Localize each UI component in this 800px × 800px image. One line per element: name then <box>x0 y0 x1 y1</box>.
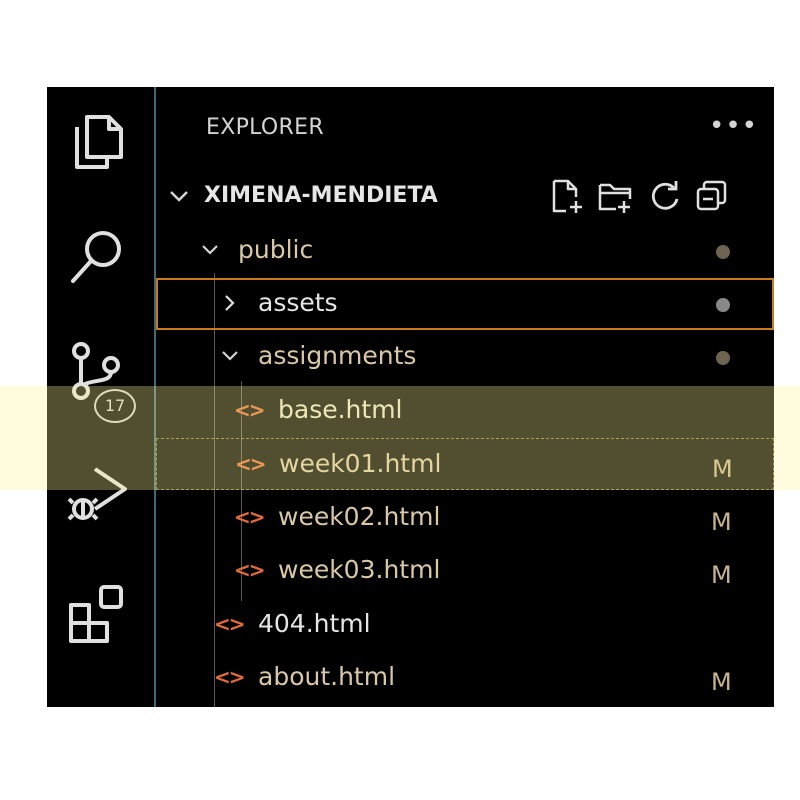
files-icon[interactable] <box>65 109 129 173</box>
workspace-header[interactable]: XIMENA-MENDIETA <box>156 173 774 221</box>
chevron-down-icon <box>170 191 188 202</box>
modified-badge: M <box>711 561 732 589</box>
explorer-title: EXPLORER <box>206 115 324 140</box>
tree-folder-assets[interactable]: assets <box>156 278 774 330</box>
html-file-icon: <> <box>234 558 265 582</box>
tree-item-label: week03.html <box>278 555 441 584</box>
tree-file-week02-html[interactable]: <> week02.html M <box>156 492 774 544</box>
chevron-right-icon <box>225 295 235 311</box>
activity-bar: 17 <box>47 87 152 707</box>
workspace-name: XIMENA-MENDIETA <box>204 183 438 208</box>
tree-item-label: base.html <box>278 395 403 424</box>
new-folder-icon[interactable] <box>596 177 634 215</box>
vscode-window: 17 EXPLORER ••• XIMENA-MENDIETA public a… <box>47 87 774 707</box>
tree-item-label: assignments <box>258 341 417 370</box>
tree-item-label: week02.html <box>278 502 441 531</box>
html-file-icon: <> <box>235 452 266 476</box>
tree-item-label: assets <box>258 288 338 317</box>
tree-file-week01-html[interactable]: <> week01.html M <box>156 438 774 490</box>
tree-item-label: public <box>238 235 314 264</box>
html-file-icon: <> <box>214 665 245 689</box>
refresh-icon[interactable] <box>646 177 684 215</box>
more-actions-icon[interactable]: ••• <box>709 111 758 141</box>
modified-badge: M <box>711 508 732 536</box>
modified-badge: M <box>712 455 733 483</box>
tree-file-week03-html[interactable]: <> week03.html M <box>156 545 774 597</box>
collapse-all-icon[interactable] <box>694 177 732 215</box>
extensions-icon[interactable] <box>65 581 129 645</box>
html-file-icon: <> <box>234 505 265 529</box>
status-dot <box>716 351 730 365</box>
status-dot <box>716 245 730 259</box>
modified-badge: M <box>711 668 732 696</box>
search-icon[interactable] <box>65 225 129 289</box>
tree-item-label: about.html <box>258 662 396 691</box>
tree-file-base-html[interactable]: <> base.html <box>156 385 774 437</box>
source-control-badge: 17 <box>94 389 136 423</box>
tree-folder-assignments[interactable]: assignments <box>156 331 774 383</box>
tree-folder-public[interactable]: public <box>156 225 774 277</box>
new-file-icon[interactable] <box>548 177 586 215</box>
html-file-icon: <> <box>234 398 265 422</box>
run-debug-icon[interactable] <box>65 459 129 523</box>
tree-item-label: 404.html <box>258 609 371 638</box>
chevron-down-icon <box>222 351 238 361</box>
status-dot <box>716 298 730 312</box>
tree-item-label: week01.html <box>279 449 442 478</box>
tree-file-404-html[interactable]: <> 404.html <box>156 599 774 651</box>
explorer-sidebar: EXPLORER ••• XIMENA-MENDIETA public asse… <box>156 87 774 707</box>
tree-file-about-html[interactable]: <> about.html M <box>156 652 774 704</box>
html-file-icon: <> <box>214 612 245 636</box>
chevron-down-icon <box>202 245 218 255</box>
